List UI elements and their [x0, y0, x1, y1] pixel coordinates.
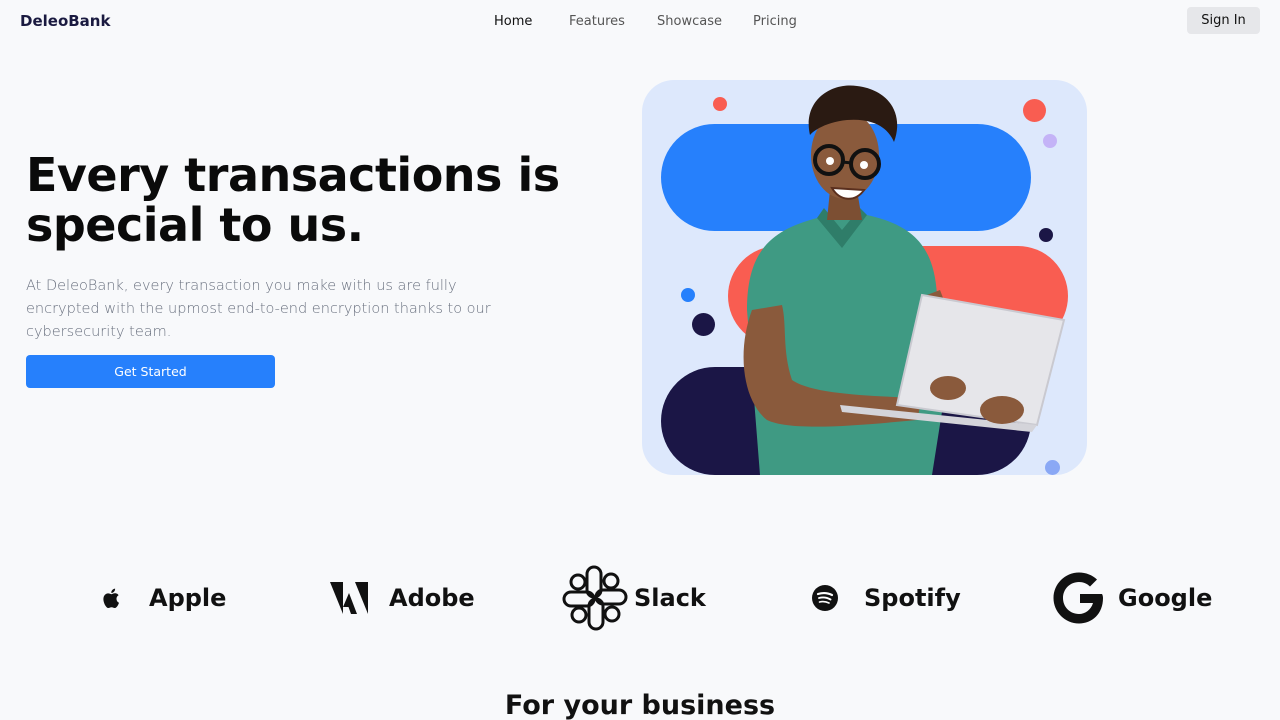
partner-adobe-name: Adobe: [389, 583, 475, 612]
nav-links: Home Features Showcase Pricing: [0, 14, 1280, 30]
partner-apple: Apple: [100, 560, 226, 635]
top-navbar: DeleoBank Home Features Showcase Pricing…: [0, 0, 1280, 42]
person-with-laptop: [743, 85, 1066, 475]
partner-slack: Slack: [562, 560, 706, 635]
adobe-icon: [330, 581, 368, 614]
google-icon: [1053, 572, 1103, 623]
hero-description: At DeleoBank, every transaction you make…: [26, 278, 491, 340]
nav-link-features[interactable]: Features: [569, 14, 625, 29]
partner-google: Google: [1052, 560, 1212, 635]
get-started-button[interactable]: Get Started: [26, 355, 275, 388]
apple-icon: [103, 588, 119, 608]
partner-google-name: Google: [1118, 583, 1213, 612]
spotify-icon: [812, 584, 838, 611]
slack-icon: [562, 565, 628, 630]
hero-illustration: [642, 80, 1087, 475]
partner-logos: Apple Adobe Slack Spotify Google: [0, 560, 1280, 635]
section-title: For your business: [504, 690, 776, 720]
partner-slack-name: Slack: [634, 583, 706, 612]
partner-adobe: Adobe: [330, 560, 475, 635]
nav-link-home[interactable]: Home: [494, 14, 532, 29]
nav-link-showcase[interactable]: Showcase: [657, 14, 722, 29]
nav-link-pricing[interactable]: Pricing: [753, 14, 797, 29]
partner-spotify-name: Spotify: [864, 583, 961, 612]
partner-spotify: Spotify: [811, 560, 961, 635]
sign-in-button[interactable]: Sign In: [1187, 7, 1260, 34]
hero-title: Every transactions is special to us.: [26, 148, 560, 252]
partner-apple-name: Apple: [149, 583, 227, 612]
